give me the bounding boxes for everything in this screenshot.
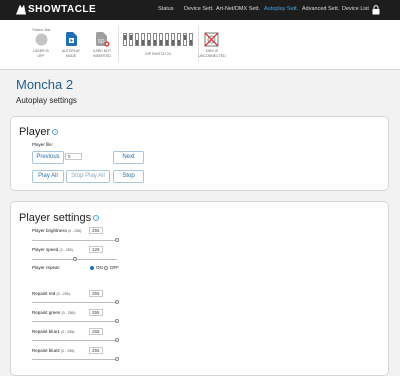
player-file-input[interactable]: 0 — [65, 153, 82, 160]
card-status-label: CARD NOT INSERTED — [92, 49, 112, 58]
stop-button[interactable]: Stop — [113, 170, 144, 183]
repaint-red-input[interactable]: 255 — [89, 290, 103, 297]
speed-slider-thumb[interactable] — [73, 257, 77, 261]
previous-button[interactable]: Previous — [32, 151, 64, 164]
nav-autoplay-settings[interactable]: Autoplay Sett. — [264, 6, 298, 12]
dip-switch-3 — [135, 33, 139, 46]
page-title: Moncha 2 — [16, 77, 74, 92]
nav-status[interactable]: Status — [158, 6, 174, 12]
next-button[interactable]: Next — [113, 151, 144, 164]
stop-play-all-button[interactable]: Stop Play All — [66, 170, 110, 183]
player-settings-card: Player settings i Player brightness (0 - … — [10, 201, 389, 376]
dip-switch-4 — [141, 33, 145, 46]
dip-switch-11 — [183, 33, 187, 46]
repeat-on-radio[interactable] — [90, 266, 94, 270]
info-icon[interactable]: i — [93, 215, 100, 222]
autoplay-sd-card-icon — [66, 32, 77, 46]
repaint-red-label: Repaint red (0 - 255): — [32, 291, 71, 296]
brightness-label: Player brightness (0 - 255): — [32, 228, 83, 233]
dmx-status-label: DMX IS UNCONNECTED — [198, 49, 226, 58]
top-navbar: SHOWTACLE Status Device Sett. Art-Net/DM… — [0, 0, 400, 20]
dip-switch-7 — [159, 33, 163, 46]
repaint-blue2-label: Repaint blue2 (0 - 255): — [32, 348, 76, 353]
dmx-unconnected-icon — [204, 32, 219, 47]
dip-switch-12 — [189, 33, 193, 46]
brand-logo-icon — [16, 4, 26, 15]
player-card: Player i Player file: Previous 0 Next Pla… — [10, 116, 389, 191]
nav-advanced-settings[interactable]: Advanced Sett. — [302, 6, 339, 12]
dip-switch-10 — [177, 33, 181, 46]
repaint-green-slider-thumb[interactable] — [115, 319, 119, 323]
repeat-off-label: OFF — [110, 265, 119, 270]
status-bar-title: Status Bar — [32, 27, 51, 32]
dip-switch-9 — [171, 33, 175, 46]
speed-label: Player speed (0 - 255): — [32, 247, 74, 252]
repaint-blue1-label: Repaint blue1 (0 - 255): — [32, 329, 76, 334]
repaint-blue1-slider-thumb[interactable] — [115, 338, 119, 342]
nav-device-list[interactable]: Device List — [342, 6, 369, 12]
dip-switch-6 — [153, 33, 157, 46]
nav-device-settings[interactable]: Device Sett. — [184, 6, 214, 12]
brightness-slider[interactable] — [32, 240, 117, 241]
dip-switch-2 — [129, 33, 133, 46]
status-bar — [0, 20, 400, 70]
lock-icon[interactable] — [372, 5, 380, 15]
repaint-blue2-slider-thumb[interactable] — [115, 357, 119, 361]
player-title: Player i — [19, 126, 59, 138]
brightness-input[interactable]: 255 — [89, 227, 103, 234]
autoplay-mode-label: AUTOPLAY MODE — [61, 49, 81, 58]
brand-name: SHOWTACLE — [28, 4, 97, 15]
repaint-red-slider[interactable] — [32, 302, 117, 303]
repaint-blue1-slider[interactable] — [32, 340, 117, 341]
page-subtitle: Autoplay settings — [16, 96, 77, 105]
dip-switch-8 — [165, 33, 169, 46]
dip-switch-1 — [123, 33, 127, 46]
brightness-slider-thumb[interactable] — [115, 238, 119, 242]
laser-status-label: LASER IS OFF — [33, 49, 49, 58]
laser-status-icon — [35, 33, 48, 46]
repaint-blue1-input[interactable]: 255 — [89, 328, 103, 335]
repaint-blue2-input[interactable]: 255 — [89, 347, 103, 354]
player-file-label: Player file: — [32, 142, 54, 147]
dip-switch-5 — [147, 33, 151, 46]
repaint-red-slider-thumb[interactable] — [115, 300, 119, 304]
repeat-label: Player repeat: — [32, 265, 61, 270]
repaint-green-slider[interactable] — [32, 321, 117, 322]
speed-input[interactable]: 128 — [89, 246, 103, 253]
nav-artnet-dmx-settings[interactable]: Art-Net/DMX Sett. — [216, 6, 260, 12]
status-divider — [118, 26, 119, 62]
svg-text:SD: SD — [98, 39, 105, 45]
play-all-button[interactable]: Play All — [32, 170, 64, 183]
card-not-inserted-icon: SD — [96, 32, 110, 47]
player-settings-title: Player settings i — [19, 212, 100, 224]
repaint-green-input[interactable]: 255 — [89, 309, 103, 316]
repeat-off-radio[interactable] — [104, 266, 108, 270]
repaint-green-label: Repaint green (0 - 255): — [32, 310, 76, 315]
brand-logo[interactable]: SHOWTACLE — [16, 4, 96, 15]
repeat-on-label: ON — [96, 265, 103, 270]
dip-switch-label: DIP SWITCH 24 — [145, 52, 171, 56]
repaint-blue2-slider[interactable] — [32, 359, 117, 360]
info-icon[interactable]: i — [52, 129, 59, 136]
